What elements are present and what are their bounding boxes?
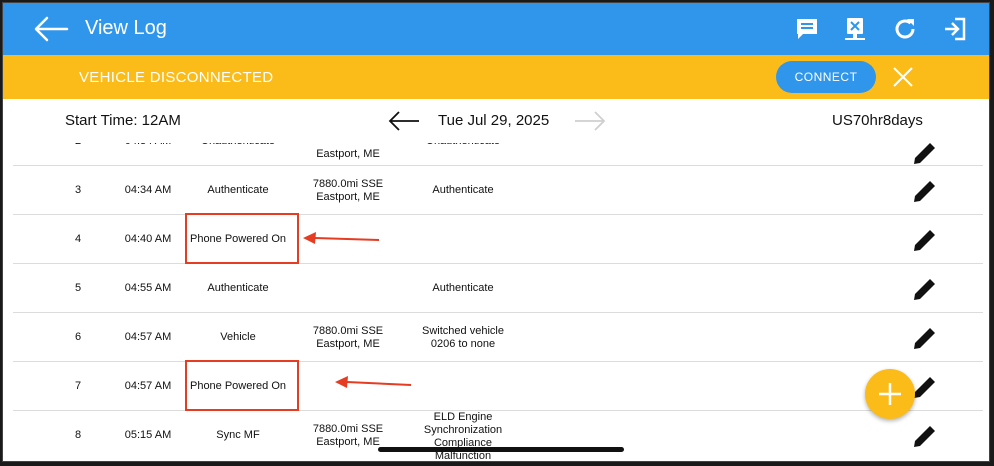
row-event: Vehicle: [220, 331, 256, 343]
row-location: 7880.0mi SSE Eastport, ME: [312, 177, 384, 203]
row-notes: ELD Engine Synchronization Compliance Ma…: [423, 411, 503, 462]
edit-pencil-icon[interactable]: [911, 422, 939, 450]
back-arrow-icon[interactable]: [33, 15, 69, 43]
message-icon[interactable]: [793, 15, 821, 43]
next-day-arrow-icon[interactable]: [573, 109, 607, 133]
row-location: 7880.0mi SSE Eastport, ME: [312, 324, 384, 350]
banner-text: VEHICLE DISCONNECTED: [79, 69, 274, 86]
table-row[interactable]: 6 04:57 AM Vehicle 7880.0mi SSE Eastport…: [13, 313, 983, 362]
edit-pencil-icon[interactable]: [911, 177, 939, 205]
vehicle-status-banner: VEHICLE DISCONNECTED CONNECT: [3, 55, 989, 99]
clear-device-icon[interactable]: [841, 15, 869, 43]
table-row[interactable]: 5 04:55 AM Authenticate Authenticate: [13, 264, 983, 313]
annotation-arrow-icon: [335, 376, 412, 388]
app-header: View Log: [3, 3, 989, 55]
row-location: Eastport, ME: [316, 148, 380, 160]
row-number: 6: [74, 331, 82, 343]
row-event: Unauthenticate: [188, 143, 288, 166]
row-number: 7: [74, 380, 82, 392]
row-notes: Switched vehicle 0206 to none: [422, 324, 504, 350]
home-indicator: [378, 447, 624, 452]
page-title: View Log: [85, 17, 167, 39]
row-number: 2: [53, 143, 103, 166]
row-number: 4: [74, 233, 82, 245]
row-location: [303, 264, 393, 313]
row-time: 04:57 AM: [124, 331, 172, 343]
row-time: 04:55 AM: [124, 282, 172, 294]
row-event: Authenticate: [207, 184, 269, 196]
edit-pencil-icon[interactable]: [911, 226, 939, 254]
row-number: 8: [74, 429, 82, 441]
log-table: 2 04:34 AM Unauthenticate Eastport, ME U…: [13, 143, 983, 462]
date-bar: Start Time: 12AM Tue Jul 29, 2025 US70hr…: [3, 99, 989, 143]
row-location: 7880.0mi SSE Eastport, ME: [312, 422, 384, 448]
row-notes: [413, 362, 513, 411]
row-number: 5: [74, 282, 82, 294]
row-time: 04:40 AM: [124, 233, 172, 245]
table-row[interactable]: 8 05:15 AM Sync MF 7880.0mi SSE Eastport…: [13, 411, 983, 462]
close-icon[interactable]: [891, 65, 915, 89]
table-row[interactable]: 4 04:40 AM Phone Powered On: [13, 215, 983, 264]
edit-pencil-icon[interactable]: [911, 324, 939, 352]
row-notes: Authenticate: [432, 184, 494, 196]
add-event-button[interactable]: [865, 369, 915, 419]
row-time: 05:15 AM: [124, 429, 172, 441]
connect-button[interactable]: CONNECT: [776, 61, 876, 93]
edit-pencil-icon[interactable]: [911, 275, 939, 303]
row-event: Authenticate: [207, 282, 269, 294]
plus-icon: [879, 383, 901, 405]
cycle-rule-label: US70hr8days: [832, 112, 923, 129]
edit-pencil-icon[interactable]: [911, 373, 939, 401]
row-notes: Unauthenticate: [413, 143, 513, 166]
log-date: Tue Jul 29, 2025: [438, 112, 550, 129]
row-time: 04:34 AM: [108, 143, 188, 166]
row-notes: [413, 215, 513, 264]
table-row[interactable]: 7 04:57 AM Phone Powered On: [13, 362, 983, 411]
highlight-box: [185, 360, 299, 411]
row-event: Sync MF: [216, 429, 260, 441]
app-frame: View Log VEHICLE DISCONNECTED CONNECT St…: [2, 2, 990, 462]
row-notes: Authenticate: [432, 282, 494, 294]
highlight-box: [185, 213, 299, 264]
refresh-icon[interactable]: [891, 15, 919, 43]
row-number: 3: [74, 184, 82, 196]
start-time-label: Start Time: 12AM: [65, 112, 181, 129]
prev-day-arrow-icon[interactable]: [387, 109, 421, 133]
table-row[interactable]: 3 04:34 AM Authenticate 7880.0mi SSE Eas…: [13, 166, 983, 215]
row-time: 04:57 AM: [124, 380, 172, 392]
edit-pencil-icon[interactable]: [911, 143, 939, 167]
logout-icon[interactable]: [941, 15, 969, 43]
row-time: 04:34 AM: [124, 184, 172, 196]
table-row[interactable]: 2 04:34 AM Unauthenticate Eastport, ME U…: [13, 143, 983, 166]
annotation-arrow-icon: [303, 232, 380, 244]
